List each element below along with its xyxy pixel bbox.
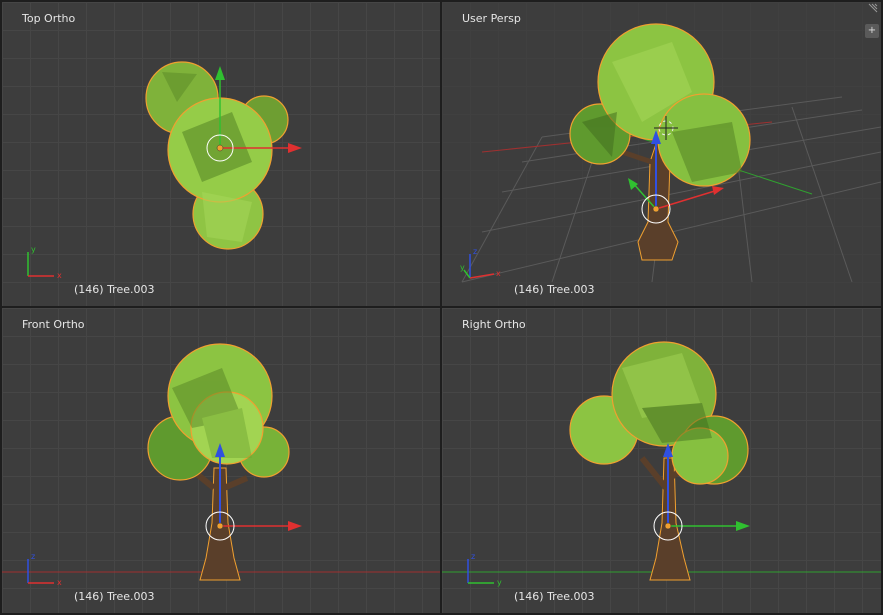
svg-text:y: y (497, 578, 502, 587)
svg-text:z: z (471, 552, 475, 561)
active-object-label: (146) Tree.003 (74, 283, 155, 296)
active-object-label: (146) Tree.003 (514, 590, 595, 603)
svg-text:x: x (496, 269, 501, 278)
svg-text:x: x (57, 271, 62, 280)
viewport-front-ortho[interactable]: Front Ortho z x (146) Tree.003 (2, 308, 440, 613)
axis-gizmo: y x (27, 245, 62, 280)
svg-text:y: y (31, 245, 36, 254)
axis-gizmo: z x y (460, 247, 501, 279)
properties-toggle-button[interactable]: + (865, 24, 879, 38)
area-split-corner-icon[interactable] (865, 2, 879, 16)
axis-gizmo: z y (467, 552, 502, 587)
viewport-user-persp[interactable]: User Persp z x y (146) Tree.003 + (442, 2, 881, 306)
svg-text:z: z (31, 552, 35, 561)
axis-gizmo: z x (27, 552, 62, 587)
viewport-right-ortho[interactable]: Right Ortho z y (146) Tree.003 (442, 308, 881, 613)
viewport-top-ortho[interactable]: Top Ortho y x (146) Tree.003 (2, 2, 440, 306)
svg-text:x: x (57, 578, 62, 587)
svg-text:z: z (473, 247, 477, 256)
svg-text:y: y (460, 263, 465, 272)
active-object-label: (146) Tree.003 (74, 590, 155, 603)
active-object-label: (146) Tree.003 (514, 283, 595, 296)
